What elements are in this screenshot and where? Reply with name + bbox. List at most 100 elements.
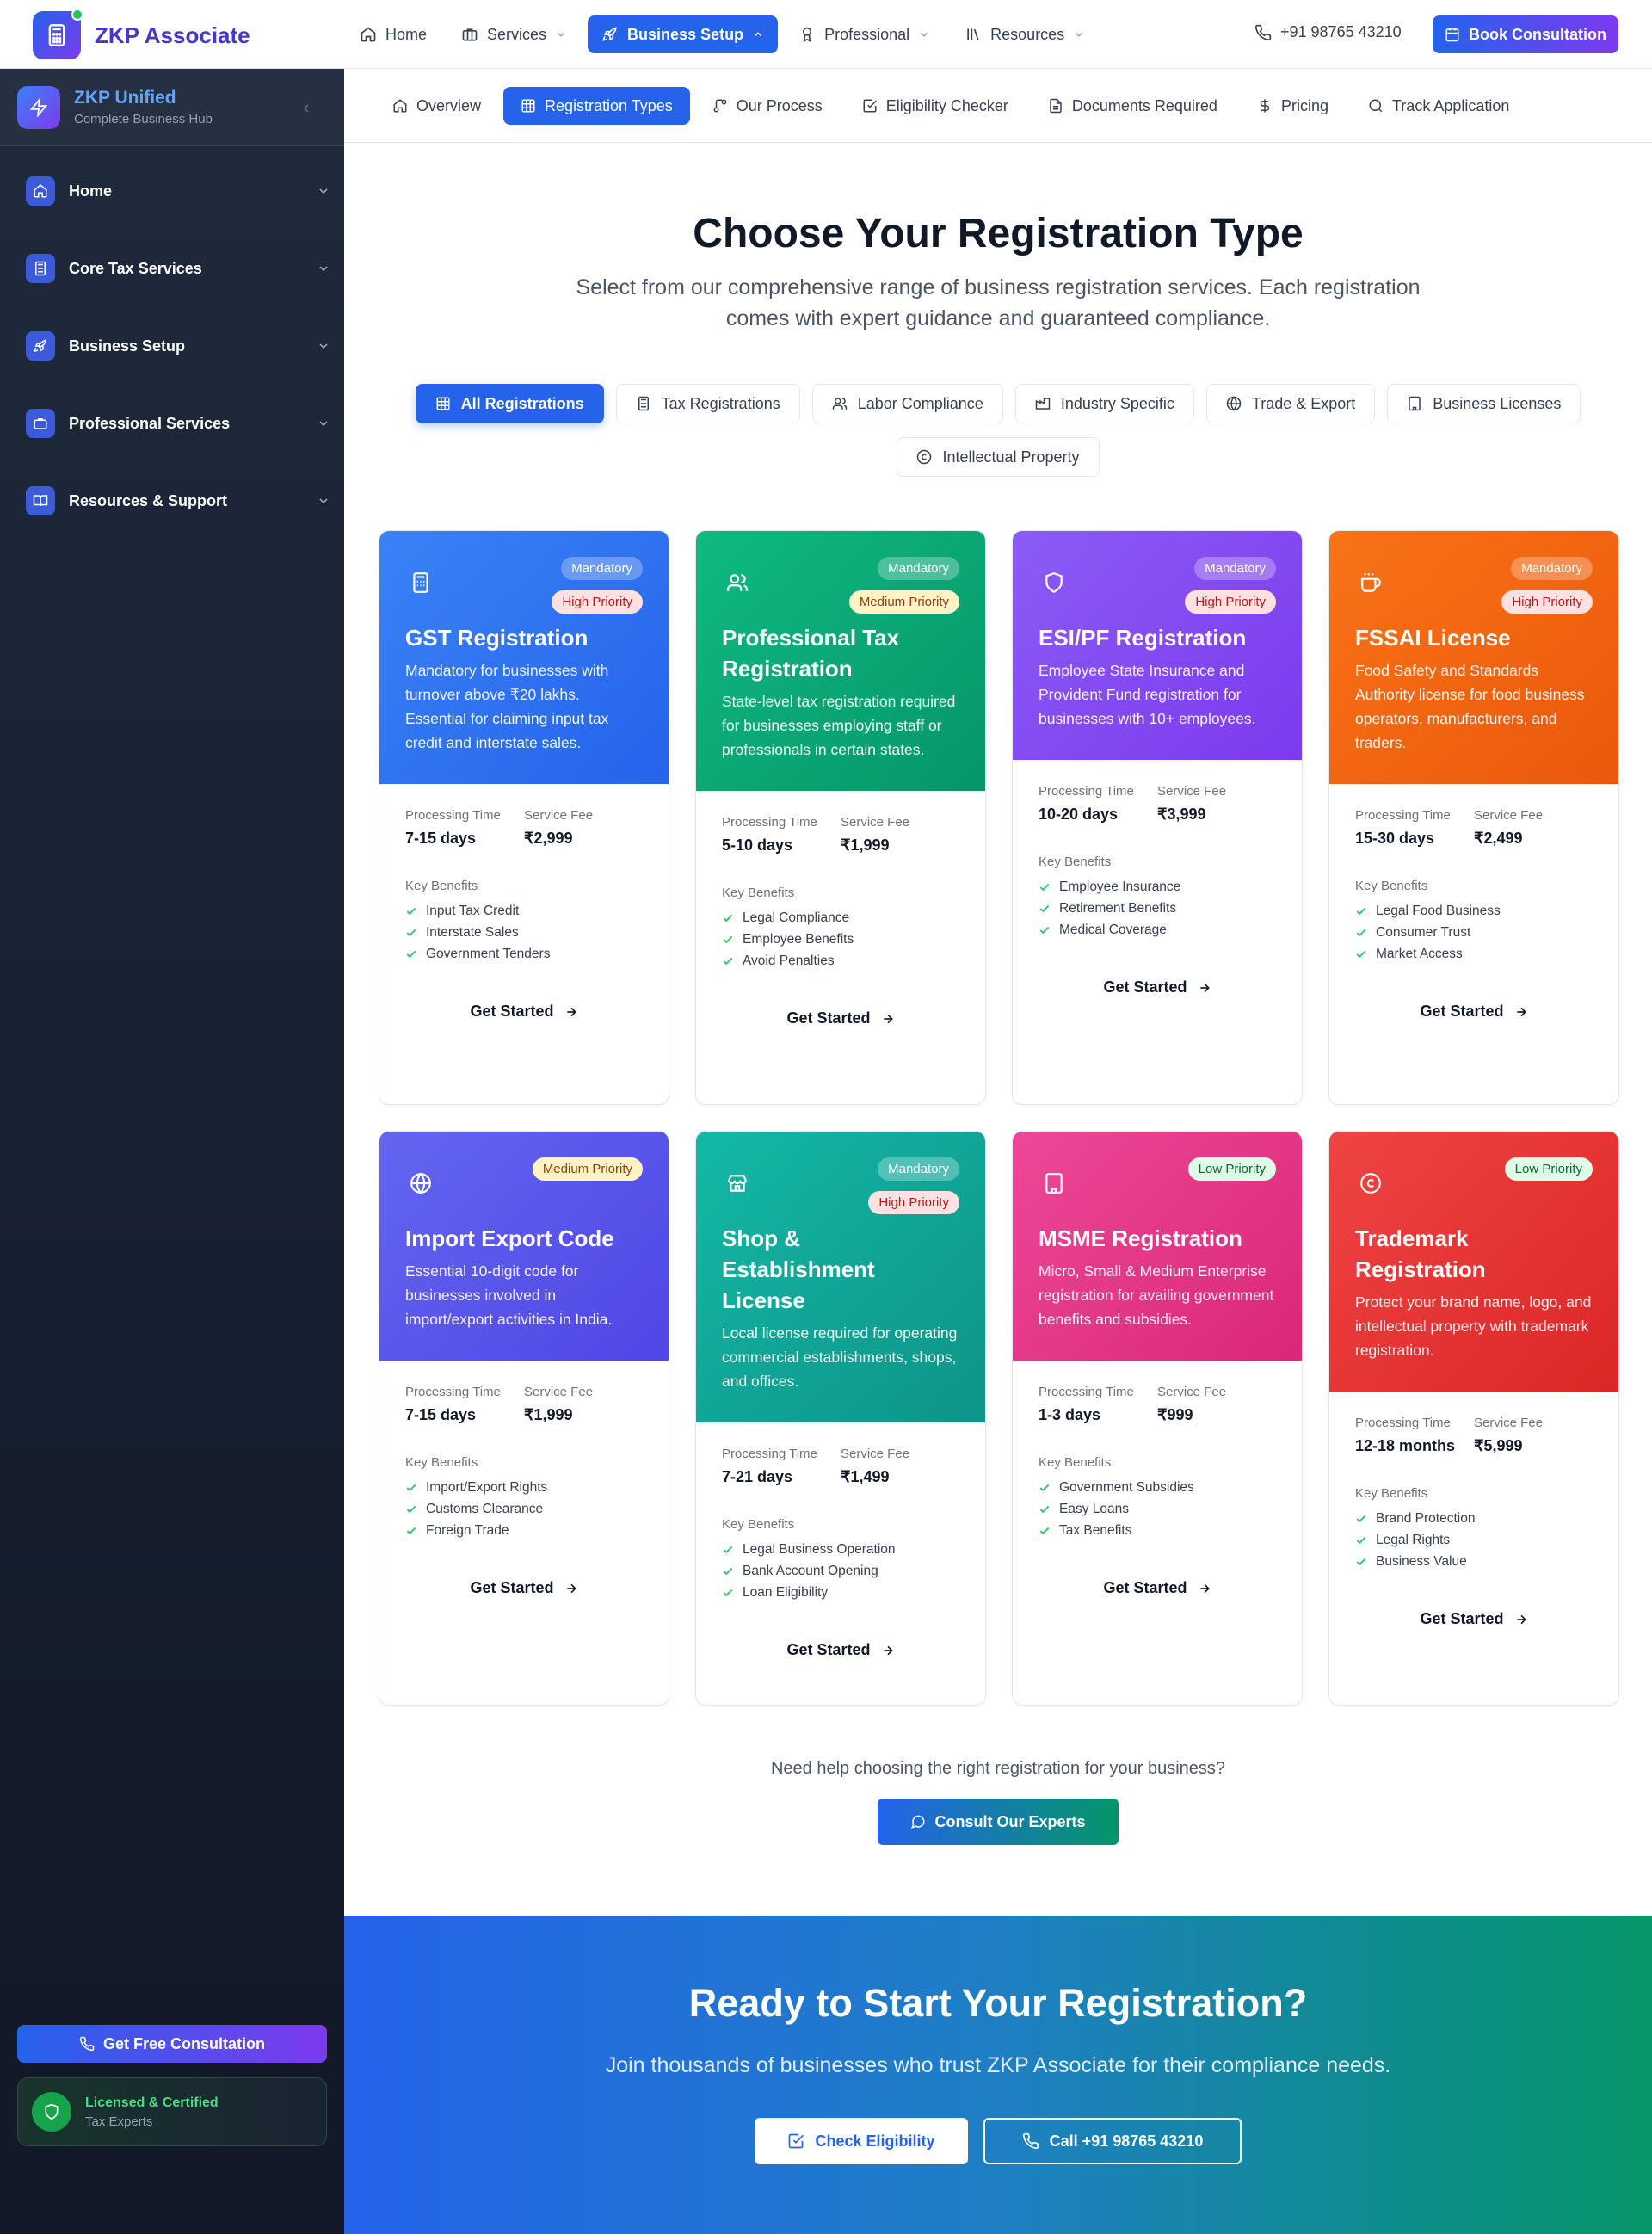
card-msme-registration[interactable]: Low Priority MSME Registration Micro, Sm… — [1012, 1131, 1303, 1706]
tab-label: Eligibility Checker — [885, 96, 1008, 114]
check-icon — [722, 912, 743, 924]
get-started-button[interactable]: Get Started — [722, 1641, 959, 1659]
benefit-item: Employee Benefits — [722, 929, 959, 950]
card-import-export-code[interactable]: Medium Priority Import Export Code Essen… — [379, 1131, 669, 1706]
card-description: Protect your brand name, logo, and intel… — [1355, 1293, 1592, 1359]
get-free-consultation-button[interactable]: Get Free Consultation — [17, 2025, 327, 2063]
card-trademark-registration[interactable]: Low Priority Trademark Registration Prot… — [1328, 1131, 1619, 1706]
card-shop-establishment[interactable]: Mandatory High Priority Shop & Establish… — [695, 1131, 986, 1706]
sidebar-item-core-tax[interactable]: Core Tax Services — [0, 243, 344, 294]
calculator-icon — [26, 254, 55, 283]
brand-logo[interactable]: ZKP Associate — [33, 9, 250, 59]
call-button[interactable]: Call +91 98765 43210 — [983, 2118, 1242, 2164]
card-title: Shop & Establishment License — [722, 1225, 875, 1313]
nav-business-setup[interactable]: Business Setup — [588, 15, 779, 53]
nav-services[interactable]: Services — [447, 15, 581, 53]
get-started-button[interactable]: Get Started — [1355, 1003, 1593, 1021]
chevron-down-icon — [317, 494, 330, 508]
get-started-button[interactable]: Get Started — [1039, 1579, 1276, 1597]
tab-label: Track Application — [1391, 96, 1510, 114]
arrow-right-icon — [554, 1005, 578, 1019]
check-icon — [1355, 1513, 1376, 1525]
tab-overview[interactable]: Overview — [375, 87, 498, 125]
check-eligibility-button[interactable]: Check Eligibility — [755, 2118, 968, 2164]
check-icon — [1039, 881, 1059, 893]
briefcase-icon — [26, 409, 55, 438]
benefit-item: Bank Account Opening — [722, 1560, 959, 1582]
main-content: Choose Your Registration Type Select fro… — [344, 143, 1652, 1916]
main-nav: Home Services Business Setup Professiona… — [346, 15, 1106, 53]
calendar-icon — [1445, 27, 1469, 42]
phone-number: +91 98765 43210 — [1280, 23, 1402, 40]
processing-time-label: Processing Time — [1355, 1416, 1451, 1430]
sidebar-brand: ZKP Unified Complete Business Hub — [0, 69, 344, 146]
check-icon — [1355, 927, 1376, 939]
book-consultation-button[interactable]: Book Consultation — [1433, 15, 1618, 53]
get-started-button[interactable]: Get Started — [1039, 978, 1276, 997]
arrow-right-icon — [1187, 1582, 1211, 1595]
check-icon — [1355, 905, 1376, 917]
arrow-right-icon — [871, 1012, 895, 1026]
chevron-down-icon — [918, 28, 930, 40]
check-icon — [405, 1482, 426, 1494]
filter-trade-export[interactable]: Trade & Export — [1205, 384, 1376, 423]
filter-label: Trade & Export — [1251, 394, 1356, 412]
processing-time-label: Processing Time — [405, 1385, 501, 1399]
benefit-item: Brand Protection — [1355, 1508, 1593, 1529]
users-icon — [722, 567, 753, 598]
card-fssai-license[interactable]: Mandatory High Priority FSSAI License Fo… — [1328, 530, 1619, 1105]
filter-labor-compliance[interactable]: Labor Compliance — [811, 384, 1003, 423]
chevron-up-icon — [752, 28, 764, 40]
service-fee-label: Service Fee — [1157, 784, 1227, 799]
factory-icon — [1035, 396, 1061, 411]
key-benefits-label: Key Benefits — [1039, 1455, 1112, 1470]
filter-label: Tax Registrations — [661, 394, 780, 412]
benefit-item: Market Access — [1355, 943, 1593, 965]
card-header: Mandatory High Priority GST Registration… — [379, 531, 669, 784]
sidebar-item-resources[interactable]: Resources & Support — [0, 475, 344, 527]
page-title: Choose Your Registration Type — [693, 211, 1304, 256]
filter-bar: All Registrations Tax Registrations Labo… — [344, 384, 1652, 477]
get-started-button[interactable]: Get Started — [405, 1579, 643, 1597]
filter-all-registrations[interactable]: All Registrations — [415, 384, 604, 423]
nav-home[interactable]: Home — [346, 15, 441, 53]
nav-professional[interactable]: Professional — [785, 15, 944, 53]
key-benefits-label: Key Benefits — [1355, 879, 1428, 893]
card-professional-tax[interactable]: Mandatory Medium Priority Professional T… — [695, 530, 986, 1105]
filter-tax-registrations[interactable]: Tax Registrations — [615, 384, 800, 423]
check-icon — [1039, 1525, 1059, 1537]
consult-experts-button[interactable]: Consult Our Experts — [878, 1799, 1119, 1845]
badge-priority: High Priority — [1185, 590, 1276, 614]
get-started-button[interactable]: Get Started — [405, 1003, 643, 1021]
nav-resources[interactable]: Resources — [951, 15, 1099, 53]
chevron-down-icon — [1073, 28, 1085, 40]
filter-industry-specific[interactable]: Industry Specific — [1014, 384, 1194, 423]
sidebar-item-home[interactable]: Home — [0, 165, 344, 217]
consult-experts-label: Consult Our Experts — [934, 1812, 1086, 1830]
filter-intellectual-property[interactable]: Intellectual Property — [897, 437, 1100, 477]
tab-our-process[interactable]: Our Process — [695, 87, 840, 125]
arrow-right-icon — [1504, 1613, 1528, 1626]
key-benefits-label: Key Benefits — [405, 879, 478, 893]
benefit-item: Loan Eligibility — [722, 1582, 959, 1603]
get-started-button[interactable]: Get Started — [1355, 1610, 1593, 1628]
phone-link[interactable]: +91 98765 43210 — [1254, 23, 1402, 41]
check-icon — [722, 1587, 743, 1599]
service-fee-label: Service Fee — [841, 815, 910, 830]
nav-services-label: Services — [487, 25, 547, 43]
sidebar-item-label: Resources & Support — [69, 491, 228, 509]
tab-track-application[interactable]: Track Application — [1351, 87, 1526, 125]
collapse-sidebar-icon[interactable] — [299, 102, 313, 115]
filter-business-licenses[interactable]: Business Licenses — [1387, 384, 1581, 423]
check-icon — [722, 934, 743, 946]
card-gst-registration[interactable]: Mandatory High Priority GST Registration… — [379, 530, 669, 1105]
get-started-button[interactable]: Get Started — [722, 1009, 959, 1028]
tab-documents-required[interactable]: Documents Required — [1031, 87, 1235, 125]
tab-pricing[interactable]: Pricing — [1240, 87, 1346, 125]
card-esi-pf[interactable]: Mandatory High Priority ESI/PF Registrat… — [1012, 530, 1303, 1105]
sidebar-item-professional[interactable]: Professional Services — [0, 398, 344, 449]
nav-professional-label: Professional — [824, 25, 910, 43]
tab-eligibility-checker[interactable]: Eligibility Checker — [845, 87, 1026, 125]
sidebar-item-business-setup[interactable]: Business Setup — [0, 320, 344, 372]
tab-registration-types[interactable]: Registration Types — [503, 87, 690, 125]
